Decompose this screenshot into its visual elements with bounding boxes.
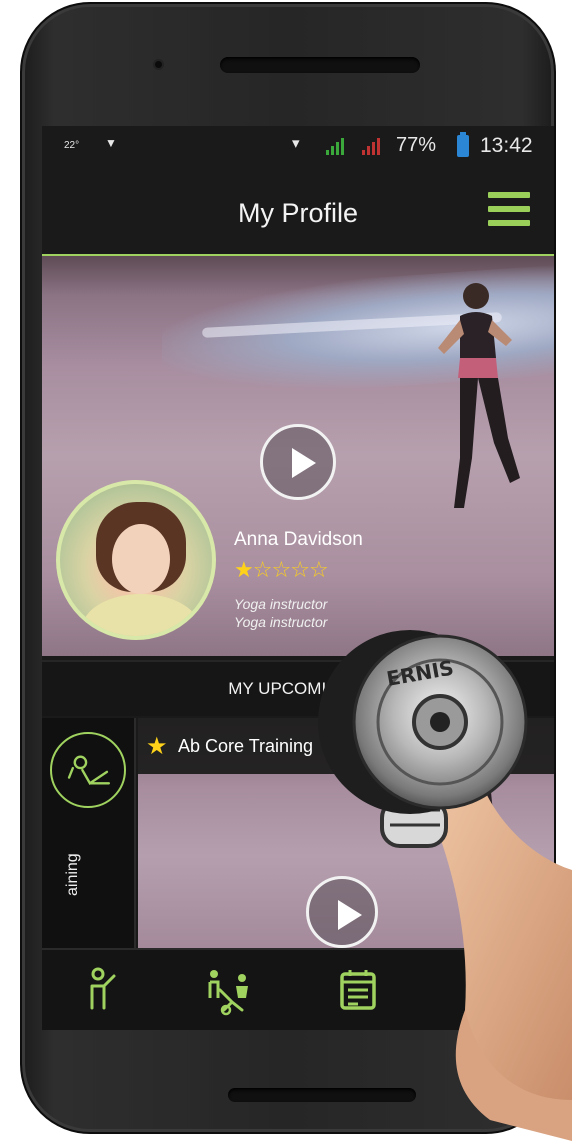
profile-video[interactable]: Anna Davidson ★☆☆☆☆ Yoga instructor Yoga… [42, 256, 554, 656]
star-outline-icon: ☆ [308, 558, 329, 583]
signal-icon [326, 137, 346, 155]
front-camera [155, 61, 162, 68]
section-title: MY UPCOMING S [228, 679, 368, 698]
session-card-header: ★ Ab Core Training [138, 718, 554, 774]
training-plan-icon[interactable] [202, 964, 262, 1018]
hamburger-menu-icon[interactable] [488, 192, 530, 226]
calendar-icon[interactable] [328, 964, 388, 1018]
session-card[interactable]: aining ★ Ab Core Training [42, 718, 554, 948]
app-bar: My Profile [42, 170, 554, 254]
profile-role-secondary: Yoga instructor [234, 614, 328, 630]
page-title: My Profile [237, 198, 359, 228]
wifi-icon: ▾ [292, 135, 300, 152]
favorite-star-icon[interactable]: ★ [146, 732, 168, 760]
star-outline-icon: ☆ [290, 558, 310, 583]
earpiece-speaker [220, 57, 420, 73]
session-side-label: aining [64, 853, 81, 896]
ab-crunch-icon [50, 732, 126, 808]
video-play-button[interactable] [260, 424, 336, 500]
shield-icon: ▼ [105, 136, 117, 150]
profile-role: Yoga instructor [234, 596, 328, 612]
star-outline-icon: ☆ [271, 558, 291, 583]
battery-percent: 77% [396, 134, 437, 156]
bottom-tab-bar [42, 948, 554, 1030]
app-screen: 22° ▼ ▾ 77% 13:42 My Profile Anna Davids… [42, 126, 554, 1030]
session-play-button[interactable] [306, 876, 378, 948]
clock: 13:42 [480, 134, 533, 157]
profile-name: Anna Davidson [234, 529, 363, 550]
battery-icon [457, 132, 469, 157]
rating-stars: ★☆☆☆☆ [234, 558, 329, 583]
star-outline-icon: ☆ [252, 558, 273, 583]
status-bar: 22° ▼ ▾ 77% 13:42 [42, 126, 554, 170]
upcoming-section-header: MY UPCOMING S [42, 660, 554, 716]
trainer-icon[interactable] [78, 964, 138, 1018]
temperature-indicator: 22° [64, 140, 80, 151]
star-filled-icon: ★ [234, 558, 254, 583]
bottom-speaker [228, 1088, 416, 1102]
runner-figure [438, 283, 520, 508]
signal-secondary-icon [362, 137, 382, 155]
session-title: Ab Core Training [178, 736, 314, 756]
session-card-side: aining [42, 718, 136, 948]
avatar[interactable] [56, 480, 216, 640]
